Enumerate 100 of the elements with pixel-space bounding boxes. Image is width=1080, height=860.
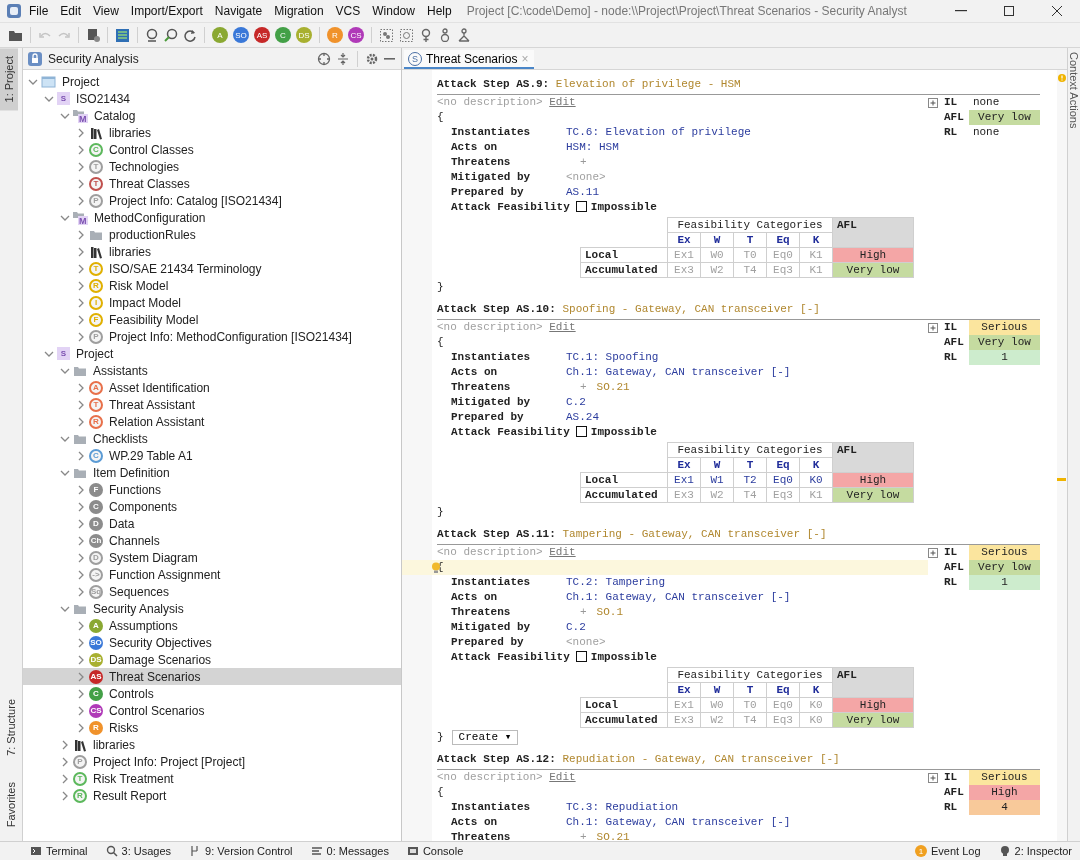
refresh-button[interactable]: [183, 28, 197, 42]
side-tab[interactable]: 7: Structure: [0, 690, 22, 764]
tree-item[interactable]: P Project Info: Catalog [ISO21434]: [23, 192, 401, 209]
tree-item[interactable]: C Control Classes: [23, 141, 401, 158]
hide-button[interactable]: [384, 57, 395, 60]
reference-link[interactable]: TC.3: Repudiation: [566, 801, 679, 813]
tree-item[interactable]: C WP.29 Table A1: [23, 447, 401, 464]
tree-item[interactable]: T Risk Treatment: [23, 770, 401, 787]
tree-item[interactable]: C Components: [23, 498, 401, 515]
tree-item[interactable]: R Risk Model: [23, 277, 401, 294]
checkbox[interactable]: [575, 201, 587, 212]
search-button[interactable]: [164, 28, 178, 42]
collapse-button[interactable]: [336, 51, 350, 66]
tree-item[interactable]: Checklists: [23, 430, 401, 447]
side-tab[interactable]: Context Actions: [1068, 48, 1080, 133]
reference-link[interactable]: TC.2: Tampering: [566, 576, 666, 588]
tool-window-button[interactable]: Console: [406, 845, 464, 857]
tree-item[interactable]: AS Threat Scenarios: [23, 668, 401, 685]
menu-item[interactable]: Help: [421, 2, 457, 20]
figure-button[interactable]: [438, 28, 452, 42]
tree-item[interactable]: M MethodConfiguration: [23, 209, 401, 226]
menu-item[interactable]: File: [24, 2, 54, 20]
tree-item[interactable]: T Threat Classes: [23, 175, 401, 192]
tree-item[interactable]: P Project Info: Project [Project]: [23, 753, 401, 770]
tree-item[interactable]: SO Security Objectives: [23, 634, 401, 651]
tool-window-button[interactable]: Terminal: [30, 845, 88, 857]
menu-item[interactable]: Navigate: [209, 2, 268, 20]
letter-button[interactable]: AS: [254, 27, 270, 43]
pin-button[interactable]: [419, 28, 433, 42]
reference-link[interactable]: Ch.1: Gateway, CAN transceiver [-]: [566, 816, 791, 828]
tree-item[interactable]: DS Damage Scenarios: [23, 651, 401, 668]
tree-item[interactable]: libraries: [23, 736, 401, 753]
tree-item[interactable]: Assistants: [23, 362, 401, 379]
tree-item[interactable]: S Project: [23, 345, 401, 362]
tree-item[interactable]: T Threat Assistant: [23, 396, 401, 413]
reference-link[interactable]: TC.1: Spoofing: [566, 351, 659, 363]
tree-item[interactable]: -> Function Assignment: [23, 566, 401, 583]
tool-window-button[interactable]: 9: Version Control: [189, 845, 293, 857]
tree-item[interactable]: A Asset Identification: [23, 379, 401, 396]
tree-item[interactable]: F Functions: [23, 481, 401, 498]
reference-link[interactable]: C.2: [566, 621, 586, 633]
settings-button[interactable]: [365, 51, 379, 66]
menu-item[interactable]: Migration: [269, 2, 329, 20]
reference-link[interactable]: Ch.1: Gateway, CAN transceiver [-]: [566, 366, 791, 378]
locate-button[interactable]: [317, 51, 331, 66]
edit-link[interactable]: Edit: [549, 546, 576, 558]
table-button[interactable]: [115, 27, 130, 43]
reference-link[interactable]: AS.24: [566, 411, 599, 423]
tree-item[interactable]: I Impact Model: [23, 294, 401, 311]
tree-item[interactable]: Security Analysis: [23, 600, 401, 617]
tree-item[interactable]: P Project Info: MethodConfiguration [ISO21434]: [23, 328, 401, 345]
letter-button[interactable]: SO: [233, 27, 249, 43]
edit-link[interactable]: Edit: [549, 96, 576, 108]
tree-item[interactable]: productionRules: [23, 226, 401, 243]
tree-item[interactable]: R Relation Assistant: [23, 413, 401, 430]
tree-item[interactable]: libraries: [23, 124, 401, 141]
reference-link[interactable]: AS.11: [566, 186, 599, 198]
editor-tab[interactable]: S Threat Scenarios ×: [404, 50, 535, 69]
tree-item[interactable]: T ISO/SAE 21434 Terminology: [23, 260, 401, 277]
checkbox[interactable]: [575, 651, 587, 662]
tree-item[interactable]: A Assumptions: [23, 617, 401, 634]
letter-button[interactable]: CS: [348, 27, 364, 43]
reference-link[interactable]: C.2: [566, 396, 586, 408]
edit-link[interactable]: Edit: [549, 321, 576, 333]
tree-item[interactable]: Project: [23, 73, 401, 90]
menu-item[interactable]: Window: [367, 2, 420, 20]
document-button[interactable]: [86, 28, 100, 42]
tree-item[interactable]: libraries: [23, 243, 401, 260]
menu-item[interactable]: Edit: [55, 2, 87, 20]
hierarchy-button[interactable]: [457, 28, 471, 42]
tree-item[interactable]: C Controls: [23, 685, 401, 702]
edit-link[interactable]: Edit: [549, 771, 576, 783]
tree-item[interactable]: M Catalog: [23, 107, 401, 124]
reference-link[interactable]: HSM: HSM: [566, 141, 619, 153]
dotted-frame-button[interactable]: [379, 27, 394, 43]
tree-item[interactable]: S ISO21434: [23, 90, 401, 107]
tree-item[interactable]: F Feasibility Model: [23, 311, 401, 328]
tree-item[interactable]: Item Definition: [23, 464, 401, 481]
tool-window-button[interactable]: 1 Event Log: [914, 845, 981, 857]
menu-item[interactable]: View: [88, 2, 124, 20]
tree-item[interactable]: Ch Channels: [23, 532, 401, 549]
reference-link[interactable]: SO.21: [596, 381, 630, 393]
find-usages-button[interactable]: [145, 28, 159, 42]
menu-item[interactable]: Import/Export: [125, 2, 208, 20]
tree-item[interactable]: D Data: [23, 515, 401, 532]
tree-item[interactable]: CS Control Scenarios: [23, 702, 401, 719]
reference-link[interactable]: SO.1: [596, 606, 623, 618]
tree-item[interactable]: R Risks: [23, 719, 401, 736]
open-folder-button[interactable]: [8, 28, 23, 42]
menu-item[interactable]: VCS: [330, 2, 366, 20]
tool-window-button[interactable]: 3: Usages: [105, 845, 172, 857]
tree-item[interactable]: T Technologies: [23, 158, 401, 175]
dotted-frame-button[interactable]: [399, 27, 414, 43]
tree-item[interactable]: Sq Sequences: [23, 583, 401, 600]
tool-window-button[interactable]: 2: Inspector: [998, 845, 1072, 857]
tree-item[interactable]: D System Diagram: [23, 549, 401, 566]
tool-window-button[interactable]: 0: Messages: [310, 845, 389, 857]
side-tab[interactable]: 1: Project: [0, 48, 18, 111]
reference-link[interactable]: Ch.1: Gateway, CAN transceiver [-]: [566, 591, 791, 603]
side-tab[interactable]: Favorites: [0, 773, 22, 835]
